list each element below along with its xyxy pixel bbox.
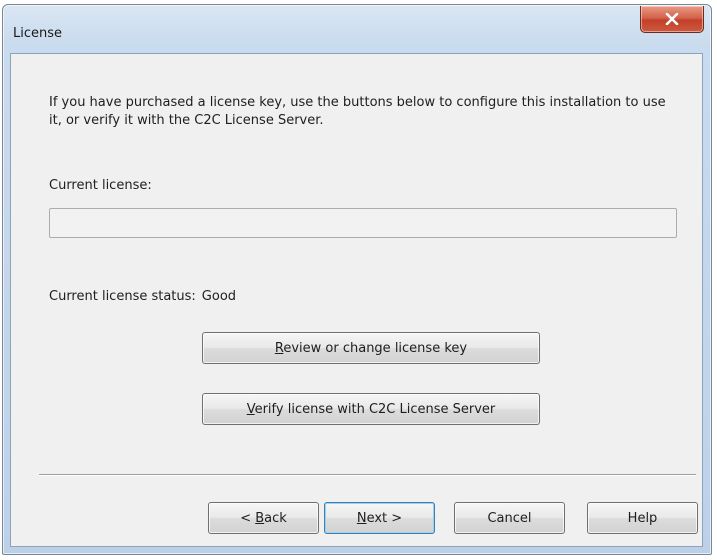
title-bar[interactable]: License — [3, 5, 711, 53]
intro-text: If you have purchased a license key, use… — [49, 95, 666, 128]
license-dialog-window: License If you have purchased a license … — [2, 4, 712, 555]
dialog-content: If you have purchased a license key, use… — [10, 53, 703, 547]
review-license-key-label: Review or change license key — [274, 340, 468, 356]
close-x-icon — [665, 13, 679, 25]
verify-license-button[interactable]: Verify license with C2C License Server — [202, 393, 540, 425]
help-button[interactable]: Help — [587, 502, 698, 534]
license-status-value: Good — [201, 289, 237, 304]
window-title: License — [13, 26, 63, 41]
review-license-key-button[interactable]: Review or change license key — [202, 332, 540, 364]
help-button-label: Help — [627, 510, 658, 526]
back-button[interactable]: < Back — [208, 502, 319, 534]
cancel-button[interactable]: Cancel — [454, 502, 565, 534]
back-button-label: < Back — [240, 510, 287, 526]
license-status-row: Current license status: Good — [49, 289, 236, 304]
close-button[interactable] — [640, 6, 704, 33]
next-button[interactable]: Next > — [324, 502, 435, 534]
current-license-field[interactable] — [49, 208, 677, 238]
cancel-button-label: Cancel — [487, 510, 532, 526]
footer-separator — [39, 474, 696, 476]
license-status-label: Current license status: — [49, 289, 196, 304]
verify-license-label: Verify license with C2C License Server — [246, 401, 496, 417]
next-button-label: Next > — [356, 510, 403, 526]
current-license-label: Current license: — [49, 178, 152, 193]
